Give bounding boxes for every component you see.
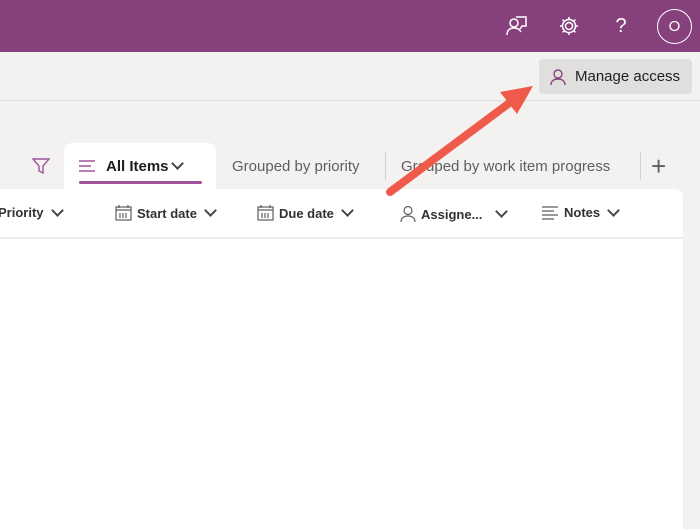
divider bbox=[385, 152, 386, 180]
manage-access-button[interactable]: Manage access bbox=[539, 59, 692, 94]
person-icon bbox=[400, 205, 416, 223]
list-content: Priority Start date Due date Assigne... … bbox=[0, 189, 683, 529]
chevron-down-icon bbox=[495, 205, 509, 218]
column-due-date[interactable]: Due date bbox=[257, 204, 356, 221]
add-view-button[interactable]: + bbox=[651, 143, 666, 189]
column-headers: Priority Start date Due date Assigne... … bbox=[0, 189, 683, 239]
column-label: Start date bbox=[137, 205, 197, 221]
chevron-down-icon bbox=[341, 204, 354, 217]
tab-grouped-by-priority[interactable]: Grouped by priority bbox=[232, 143, 360, 189]
text-icon bbox=[542, 205, 558, 220]
view-tabs: All Items Grouped by priority Grouped by… bbox=[0, 143, 700, 189]
feedback-icon[interactable] bbox=[501, 10, 533, 42]
column-start-date[interactable]: Start date bbox=[115, 204, 219, 221]
column-assigned-to[interactable]: Assigne... bbox=[400, 205, 510, 223]
column-notes[interactable]: Notes bbox=[541, 203, 622, 220]
column-label: Due date bbox=[279, 205, 334, 221]
avatar[interactable]: O bbox=[657, 9, 692, 44]
help-icon[interactable]: ? bbox=[605, 10, 637, 42]
tab-label: All Items bbox=[106, 157, 169, 175]
list-icon bbox=[79, 160, 95, 172]
top-bar: ? O bbox=[0, 0, 700, 52]
chevron-down-icon[interactable] bbox=[170, 157, 184, 170]
column-priority[interactable]: Priority bbox=[0, 203, 66, 220]
chevron-down-icon bbox=[204, 204, 217, 217]
chevron-down-icon bbox=[607, 203, 620, 217]
column-label: Priority bbox=[0, 205, 44, 220]
active-tab-indicator bbox=[79, 181, 202, 184]
tab-all-items[interactable]: All Items bbox=[64, 143, 216, 189]
settings-icon[interactable] bbox=[553, 10, 585, 42]
calendar-icon bbox=[115, 205, 132, 221]
divider bbox=[640, 152, 641, 180]
chevron-down-icon bbox=[50, 203, 64, 217]
tab-grouped-by-work-item-progress[interactable]: Grouped by work item progress bbox=[401, 143, 610, 189]
column-label: Notes bbox=[564, 205, 601, 220]
person-icon bbox=[550, 68, 566, 85]
column-label: Assigne... bbox=[421, 206, 483, 222]
filter-icon[interactable] bbox=[32, 157, 50, 175]
manage-access-label: Manage access bbox=[575, 68, 681, 85]
calendar-icon bbox=[257, 205, 274, 221]
